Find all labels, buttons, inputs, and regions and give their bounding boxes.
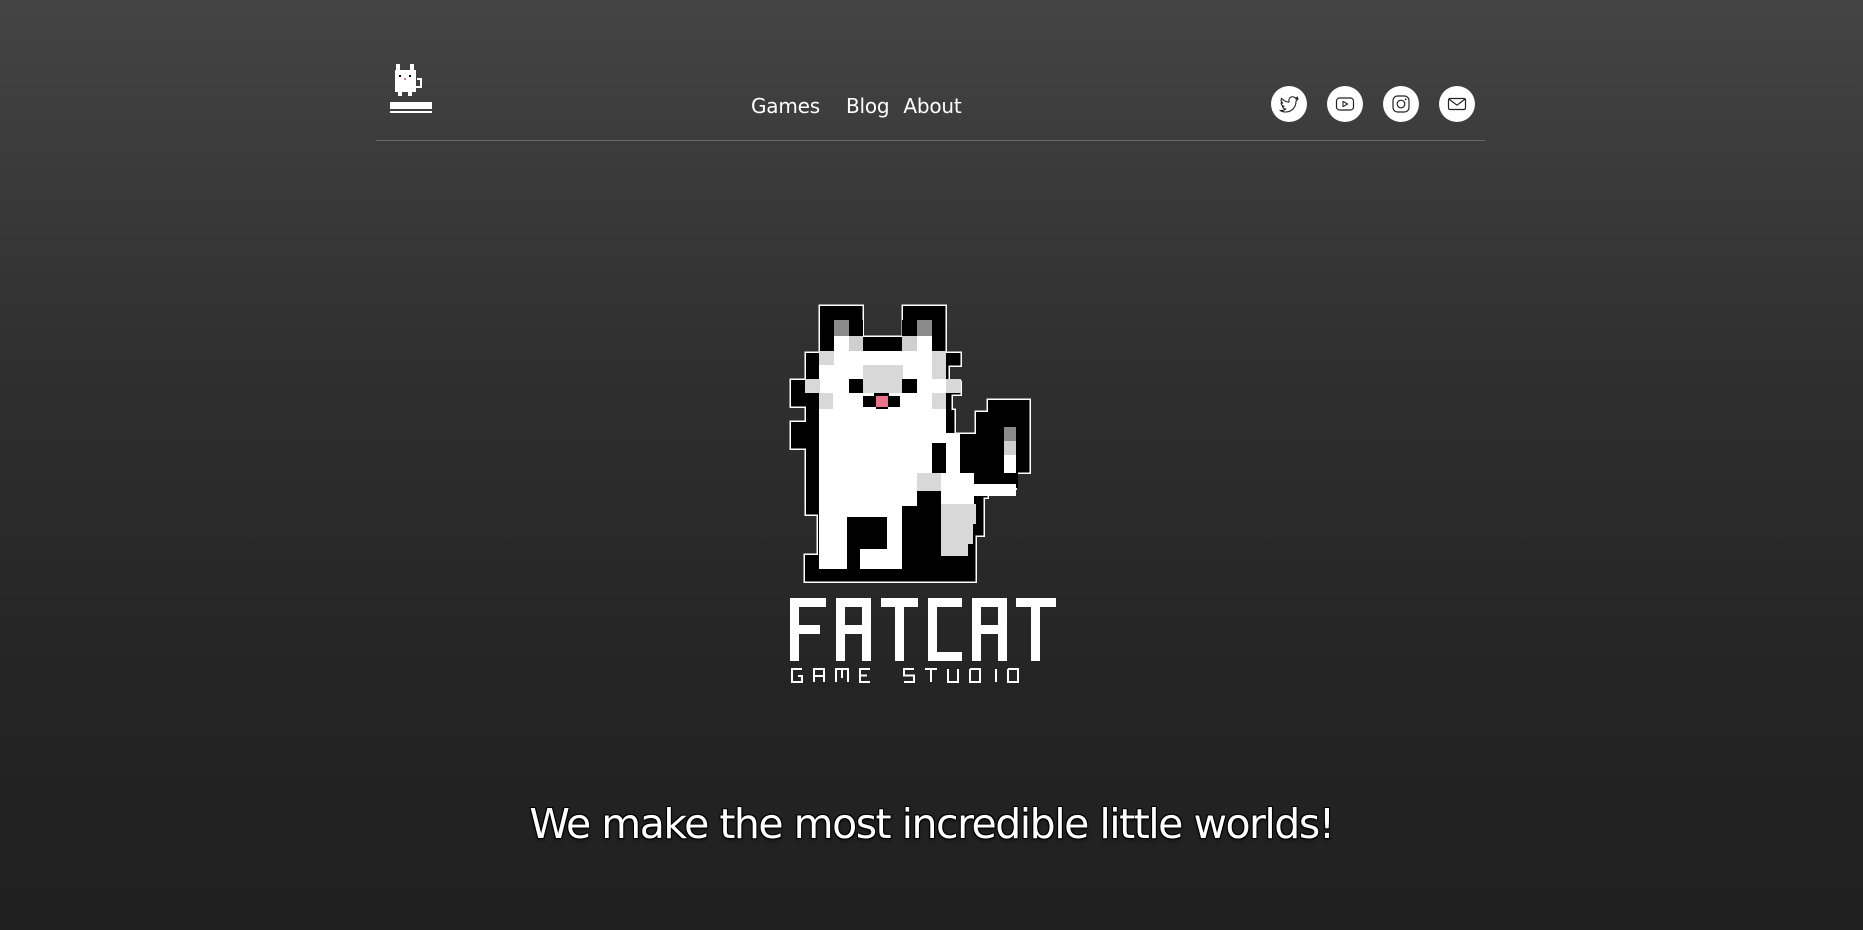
instagram-icon bbox=[1392, 95, 1410, 113]
fatcat-cat-logo bbox=[789, 304, 1031, 583]
site-header: Games Blog About bbox=[376, 0, 1485, 141]
nav-games-link[interactable]: Games bbox=[751, 94, 820, 118]
email-link[interactable] bbox=[1439, 86, 1475, 122]
twitter-link[interactable] bbox=[1271, 86, 1307, 122]
main-nav: Games Blog About bbox=[751, 94, 962, 118]
fatcat-wordmark bbox=[790, 598, 1062, 688]
mail-icon bbox=[1447, 97, 1467, 111]
hero-tagline: We make the most incredible little world… bbox=[529, 800, 1335, 848]
fatcat-wordmark-art bbox=[790, 598, 1056, 684]
fatcat-logo-small[interactable] bbox=[390, 62, 434, 120]
instagram-link[interactable] bbox=[1383, 86, 1419, 122]
youtube-icon bbox=[1335, 97, 1355, 111]
twitter-icon bbox=[1279, 96, 1299, 113]
nav-about-link[interactable]: About bbox=[903, 94, 961, 118]
nav-blog-link[interactable]: Blog bbox=[846, 94, 890, 118]
youtube-link[interactable] bbox=[1327, 86, 1363, 122]
